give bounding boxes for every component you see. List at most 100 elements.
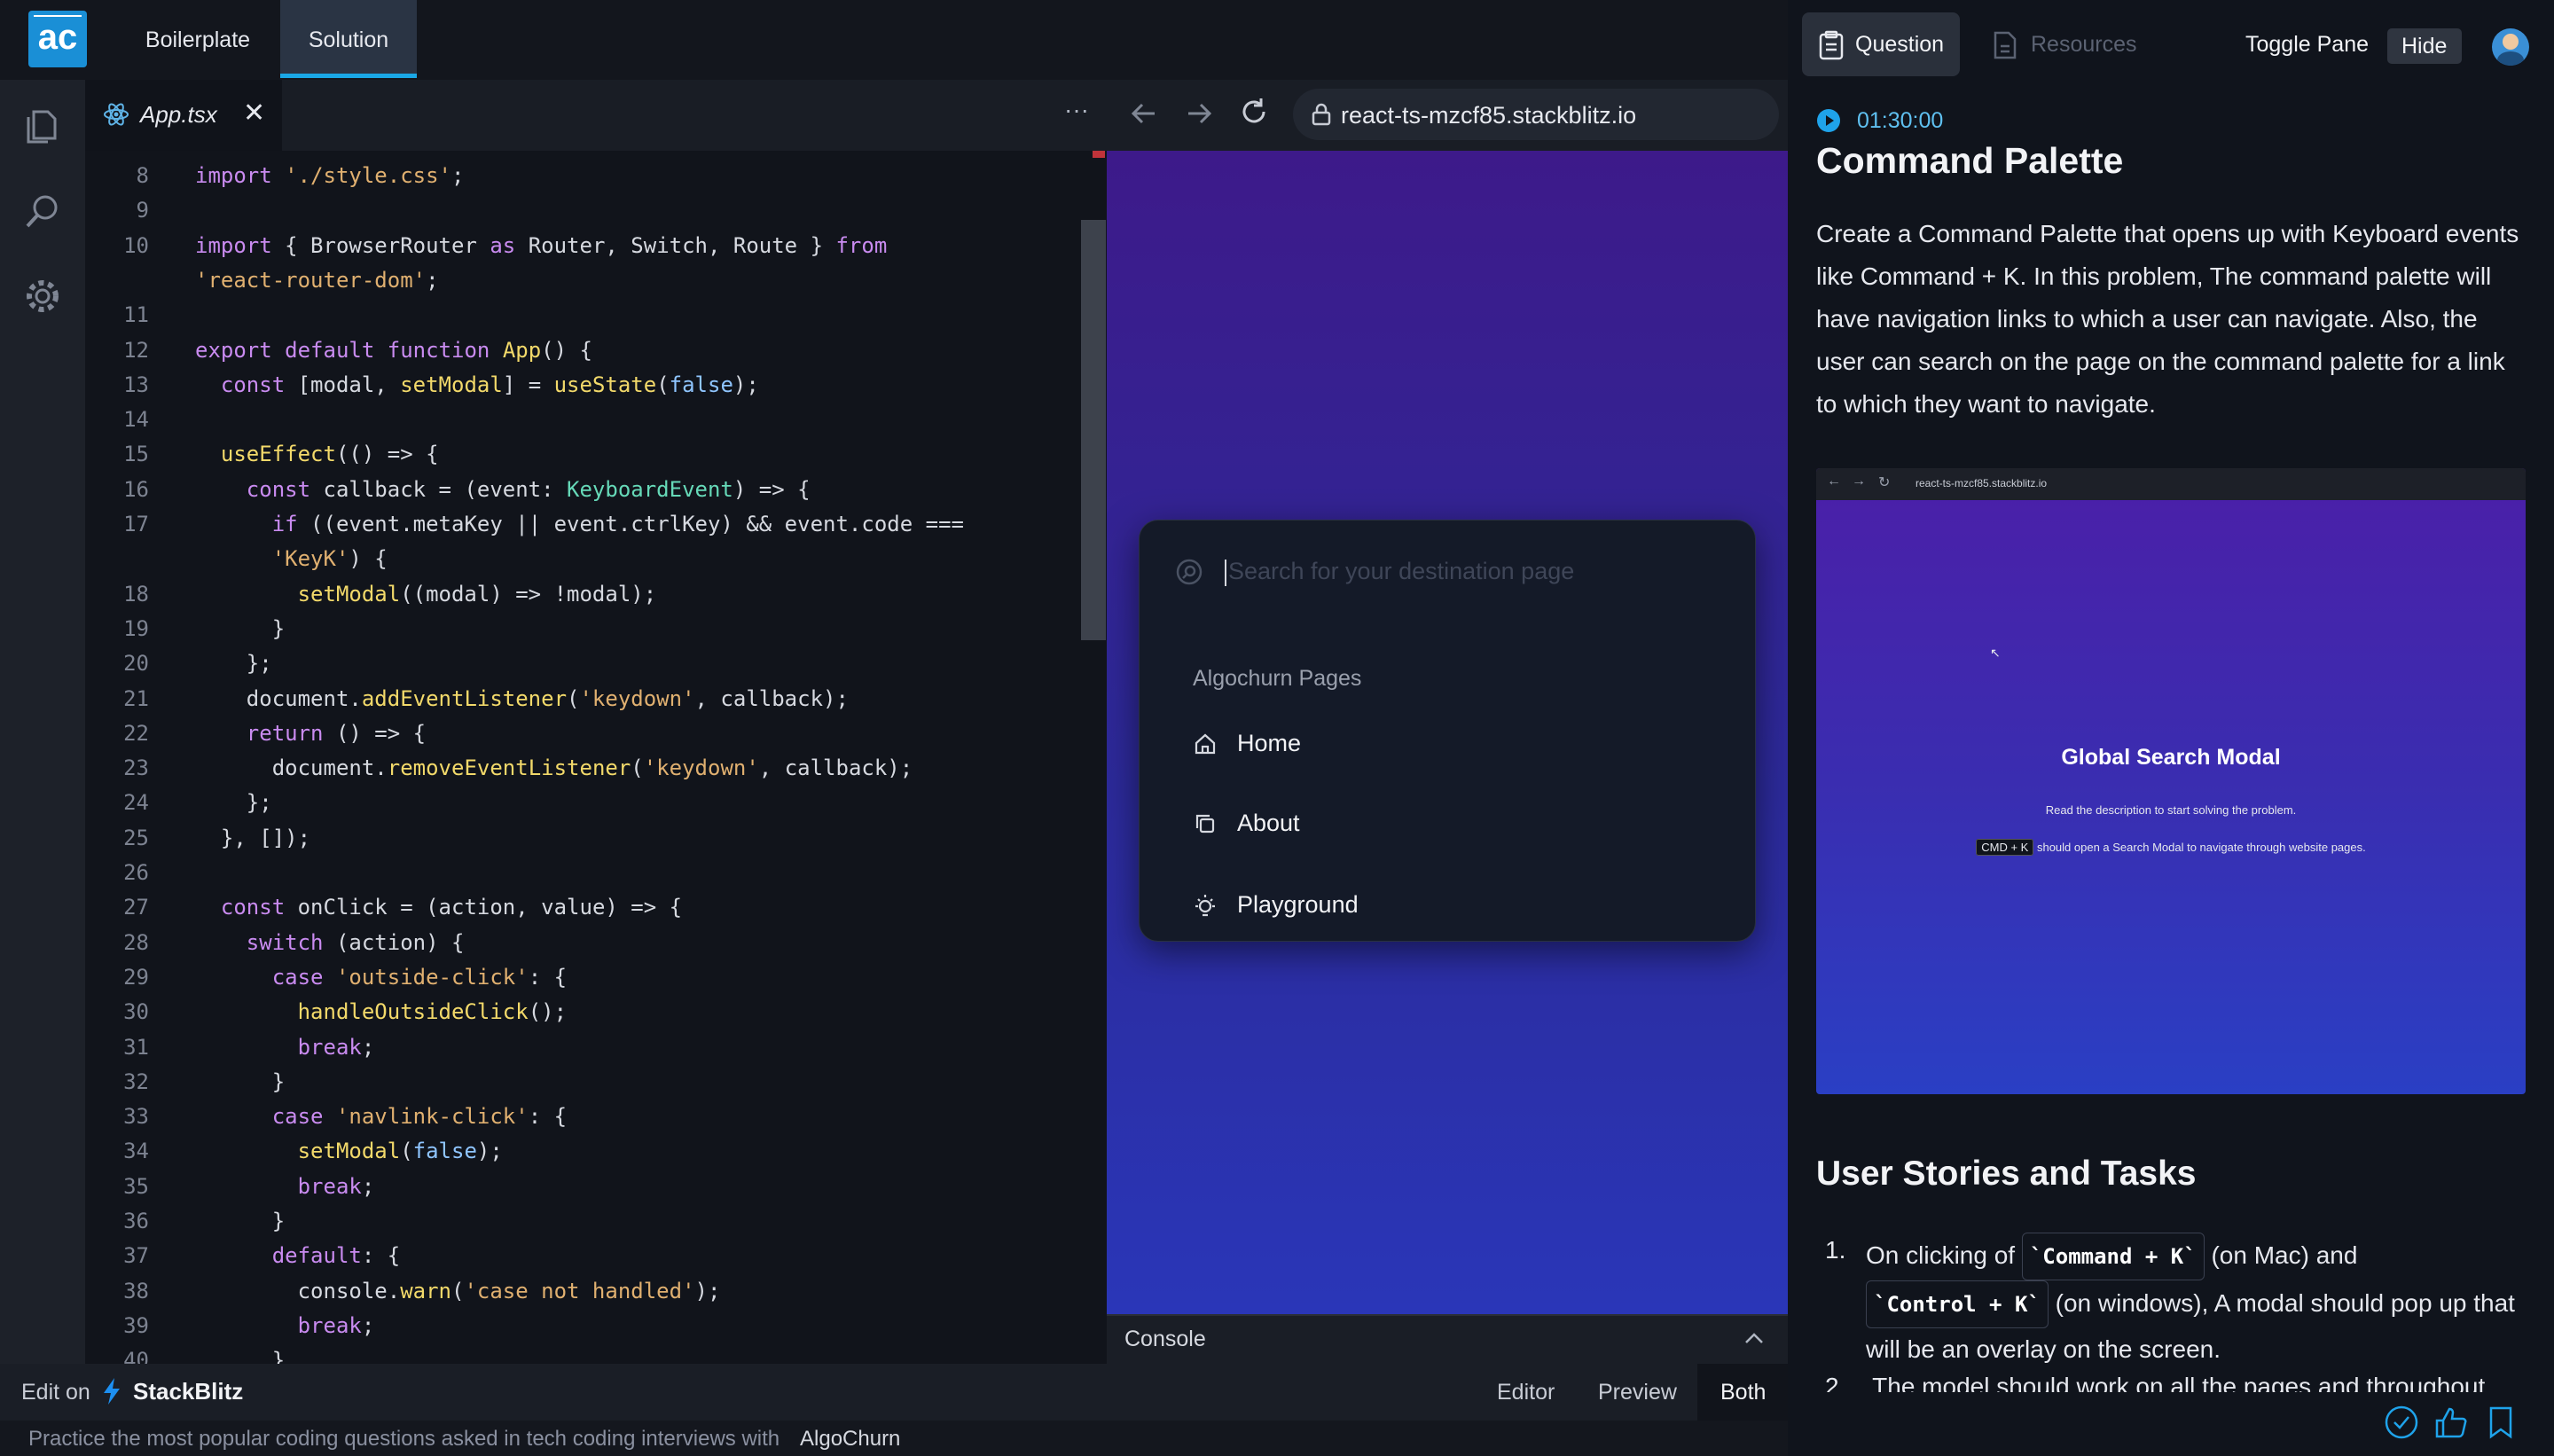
url-bar[interactable]: react-ts-mzcf85.stackblitz.io bbox=[1293, 89, 1779, 140]
code-line[interactable]: }, []); bbox=[195, 826, 310, 850]
line-number: 14 bbox=[123, 407, 149, 433]
footer-brand-link[interactable]: AlgoChurn bbox=[800, 1427, 900, 1452]
preview-pane: Search for your destination page Algochu… bbox=[1107, 151, 1788, 1314]
code-line[interactable]: return () => { bbox=[195, 721, 426, 746]
tab-boilerplate[interactable]: Boilerplate bbox=[115, 0, 280, 78]
search-icon[interactable] bbox=[21, 190, 64, 232]
chevron-up-icon[interactable] bbox=[1742, 1328, 1767, 1350]
code-line[interactable]: handleOutsideClick(); bbox=[195, 999, 567, 1024]
editor-scrollbar[interactable] bbox=[1081, 220, 1106, 640]
code-line[interactable]: }; bbox=[195, 790, 272, 815]
hide-button[interactable]: Hide bbox=[2387, 28, 2462, 64]
code-line[interactable]: } bbox=[195, 1209, 285, 1233]
code-line[interactable]: document.addEventListener('keydown', cal… bbox=[195, 686, 849, 711]
view-preview-button[interactable]: Preview bbox=[1598, 1380, 1677, 1405]
search-input[interactable]: Search for your destination page bbox=[1228, 558, 1574, 585]
forward-arrow-icon: → bbox=[1852, 474, 1866, 489]
console-label: Console bbox=[1124, 1327, 1206, 1351]
avatar[interactable] bbox=[2492, 28, 2529, 66]
screenshot-toolbar: ← → ↻ react-ts-mzcf85.stackblitz.io bbox=[1816, 468, 2526, 500]
code-line[interactable]: document.removeEventListener('keydown', … bbox=[195, 755, 913, 780]
screenshot-kbd-row: CMD + K should open a Search Modal to na… bbox=[1816, 839, 2526, 856]
code-line[interactable]: const onClick = (action, value) => { bbox=[195, 895, 682, 920]
screenshot-subtext: Read the description to start solving th… bbox=[2045, 803, 2297, 817]
close-icon[interactable]: ✕ bbox=[243, 98, 265, 129]
check-circle-icon[interactable] bbox=[2384, 1405, 2419, 1440]
line-number: 10 bbox=[123, 232, 149, 258]
tab-question[interactable]: Question bbox=[1802, 12, 1960, 76]
files-icon[interactable] bbox=[21, 105, 64, 147]
code-line[interactable]: useEffect(() => { bbox=[195, 442, 439, 466]
forward-arrow-icon[interactable] bbox=[1181, 96, 1217, 131]
section-label: Algochurn Pages bbox=[1193, 666, 1362, 691]
problem-description: Create a Command Palette that opens up w… bbox=[1816, 220, 2519, 418]
line-number: 18 bbox=[123, 581, 149, 607]
line-number: 38 bbox=[123, 1278, 149, 1303]
inline-code: `Control + K` bbox=[1866, 1280, 2049, 1328]
code-line[interactable]: 'KeyK') { bbox=[195, 546, 388, 571]
console-bar[interactable]: Console bbox=[1107, 1314, 1788, 1364]
line-number: 35 bbox=[123, 1173, 149, 1199]
line-number: 32 bbox=[123, 1069, 149, 1094]
activity-bar bbox=[0, 80, 85, 1364]
code-line[interactable]: import './style.css'; bbox=[195, 163, 464, 188]
line-number: 29 bbox=[123, 964, 149, 990]
code-line[interactable]: break; bbox=[195, 1313, 375, 1338]
story-text: (on windows), A modal should pop up that bbox=[2055, 1289, 2515, 1317]
code-line[interactable]: } bbox=[195, 1348, 285, 1364]
tab-solution[interactable]: Solution bbox=[280, 0, 417, 78]
tab-resources-label: Resources bbox=[2031, 32, 2137, 57]
code-line[interactable]: if ((event.metaKey || event.ctrlKey) && … bbox=[195, 512, 964, 536]
line-number: 16 bbox=[123, 476, 149, 502]
story-text: On clicking of bbox=[1866, 1241, 2016, 1269]
bookmark-icon[interactable] bbox=[2483, 1405, 2519, 1440]
clipboard-icon bbox=[1818, 30, 1845, 60]
code-line[interactable]: break; bbox=[195, 1174, 375, 1199]
nav-item-playground[interactable]: Playground bbox=[1193, 886, 1707, 925]
screenshot-kbd-text: should open a Search Modal to navigate t… bbox=[2036, 841, 2366, 854]
tab-resources[interactable]: Resources bbox=[1992, 12, 2151, 76]
stories-title: User Stories and Tasks bbox=[1816, 1155, 2197, 1193]
code-editor[interactable]: 8 import './style.css'; 9 10 import { Browse… bbox=[85, 151, 1107, 1364]
code-line[interactable]: } bbox=[195, 616, 285, 641]
line-number: 11 bbox=[123, 302, 149, 328]
code-line[interactable]: }; bbox=[195, 651, 272, 676]
stackblitz-link[interactable]: StackBlitz bbox=[133, 1378, 243, 1405]
back-arrow-icon[interactable] bbox=[1126, 96, 1162, 131]
code-line[interactable]: break; bbox=[195, 1035, 375, 1060]
code-line[interactable]: switch (action) { bbox=[195, 930, 465, 955]
line-number: 15 bbox=[123, 442, 149, 467]
code-line[interactable]: setModal(false); bbox=[195, 1139, 503, 1163]
nav-item-label: Playground bbox=[1237, 891, 1359, 918]
code-line[interactable]: import { BrowserRouter as Router, Switch… bbox=[195, 233, 887, 258]
tab-question-label: Question bbox=[1855, 32, 1945, 57]
line-number: 33 bbox=[123, 1104, 149, 1130]
code-line[interactable]: case 'navlink-click': { bbox=[195, 1104, 567, 1129]
nav-item-about[interactable]: About bbox=[1193, 804, 1707, 843]
code-line[interactable]: default: { bbox=[195, 1243, 401, 1268]
file-tab-app-tsx[interactable]: App.tsx ✕ bbox=[85, 80, 282, 151]
code-line[interactable]: } bbox=[195, 1069, 285, 1094]
action-bar bbox=[1788, 1392, 2554, 1456]
toggle-pane-button[interactable]: Toggle Pane bbox=[2245, 32, 2369, 58]
command-palette: Search for your destination page Algochu… bbox=[1139, 520, 1756, 942]
code-line[interactable]: export default function App() { bbox=[195, 338, 592, 363]
more-options-button[interactable]: ··· bbox=[1064, 96, 1089, 124]
timer: 01:30:00 bbox=[1857, 108, 1944, 133]
algochurn-logo[interactable]: ac bbox=[28, 11, 87, 67]
code-line[interactable]: case 'outside-click': { bbox=[195, 965, 567, 990]
reload-icon[interactable] bbox=[1236, 94, 1272, 129]
url-text: react-ts-mzcf85.stackblitz.io bbox=[1341, 102, 1637, 129]
gear-icon[interactable] bbox=[21, 275, 64, 317]
code-line[interactable]: 'react-router-dom'; bbox=[195, 268, 439, 293]
code-line[interactable]: setModal((modal) => !modal); bbox=[195, 582, 657, 607]
code-line[interactable]: console.warn('case not handled'); bbox=[195, 1279, 721, 1303]
line-number: 26 bbox=[123, 860, 149, 885]
nav-item-home[interactable]: Home bbox=[1193, 724, 1707, 763]
view-editor-button[interactable]: Editor bbox=[1497, 1380, 1555, 1405]
view-both-button[interactable]: Both bbox=[1697, 1364, 1788, 1421]
code-line[interactable]: const callback = (event: KeyboardEvent) … bbox=[195, 477, 811, 502]
thumbs-up-icon[interactable] bbox=[2433, 1405, 2469, 1440]
nav-item-label: About bbox=[1237, 810, 1300, 836]
code-line[interactable]: const [modal, setModal] = useState(false… bbox=[195, 372, 759, 397]
